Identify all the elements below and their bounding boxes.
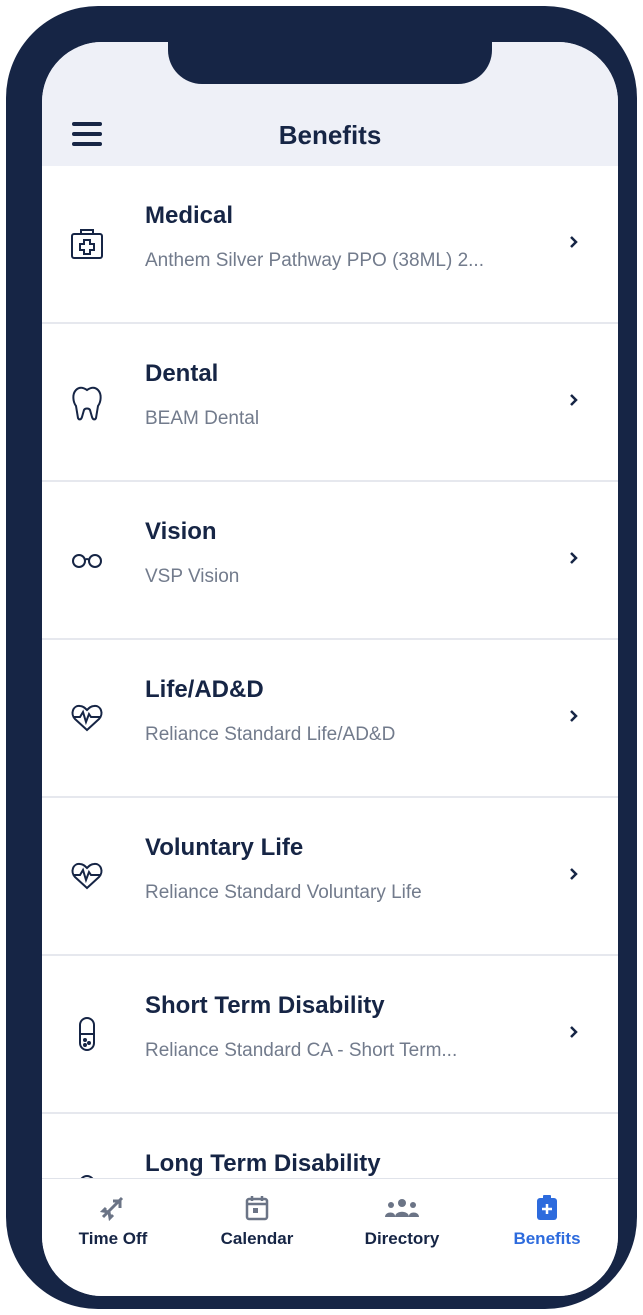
- tab-label: Time Off: [78, 1229, 148, 1248]
- phone-frame: Benefits Medical Anthem Silver Pathway P…: [6, 6, 637, 1309]
- benefits-list: Medical Anthem Silver Pathway PPO (38ML)…: [42, 166, 618, 1178]
- benefit-name: Vision: [145, 518, 217, 545]
- tab-time-off[interactable]: Time Off: [48, 1193, 178, 1249]
- benefit-name: Dental: [145, 360, 219, 387]
- clipboard-medical-icon: [482, 1193, 612, 1223]
- medical-kit-icon: [70, 224, 104, 264]
- benefit-name: Life/AD&D: [145, 676, 264, 703]
- chevron-right-icon: [570, 394, 578, 406]
- benefit-item-long-term-disability[interactable]: Long Term Disability: [42, 1114, 618, 1178]
- benefit-name: Voluntary Life: [145, 834, 304, 861]
- tab-label: Benefits: [513, 1229, 581, 1248]
- heart-pulse-icon: [70, 698, 104, 738]
- pill-icon: [70, 1014, 104, 1054]
- screen: Benefits Medical Anthem Silver Pathway P…: [42, 42, 618, 1296]
- benefit-provider: Reliance Standard Life/AD&D: [145, 724, 396, 745]
- airplane-icon: [48, 1193, 178, 1223]
- benefit-name: Short Term Disability: [145, 992, 385, 1019]
- bottom-tab-bar: Time Off Calendar Directory Benefits: [42, 1178, 618, 1296]
- benefit-provider: Reliance Standard Voluntary Life: [145, 882, 422, 903]
- benefit-item-medical[interactable]: Medical Anthem Silver Pathway PPO (38ML)…: [42, 166, 618, 324]
- tab-label: Directory: [364, 1229, 440, 1248]
- benefit-item-dental[interactable]: Dental BEAM Dental: [42, 324, 618, 482]
- benefit-item-short-term-disability[interactable]: Short Term Disability Reliance Standard …: [42, 956, 618, 1114]
- benefit-item-life-add[interactable]: Life/AD&D Reliance Standard Life/AD&D: [42, 640, 618, 798]
- chevron-right-icon: [570, 236, 578, 248]
- tab-directory[interactable]: Directory: [337, 1193, 467, 1249]
- benefit-item-vision[interactable]: Vision VSP Vision: [42, 482, 618, 640]
- tab-benefits[interactable]: Benefits: [482, 1193, 612, 1249]
- people-icon: [337, 1193, 467, 1223]
- benefit-provider: Anthem Silver Pathway PPO (38ML) 2...: [145, 250, 484, 271]
- tab-calendar[interactable]: Calendar: [192, 1193, 322, 1249]
- benefit-item-voluntary-life[interactable]: Voluntary Life Reliance Standard Volunta…: [42, 798, 618, 956]
- benefit-provider: BEAM Dental: [145, 408, 260, 429]
- chevron-right-icon: [570, 868, 578, 880]
- tab-label: Calendar: [220, 1229, 294, 1248]
- glasses-icon: [70, 540, 104, 580]
- chevron-right-icon: [570, 552, 578, 564]
- benefit-provider: VSP Vision: [145, 566, 240, 587]
- chevron-right-icon: [570, 710, 578, 722]
- calendar-icon: [192, 1193, 322, 1223]
- benefit-name: Long Term Disability: [145, 1150, 381, 1177]
- benefit-name: Medical: [145, 202, 234, 229]
- tooth-icon: [70, 382, 104, 422]
- page-title: Benefits: [278, 120, 382, 150]
- notch: [168, 42, 492, 84]
- benefit-provider: Reliance Standard CA - Short Term...: [145, 1040, 458, 1061]
- heart-pulse-icon: [70, 856, 104, 896]
- chevron-right-icon: [570, 1026, 578, 1038]
